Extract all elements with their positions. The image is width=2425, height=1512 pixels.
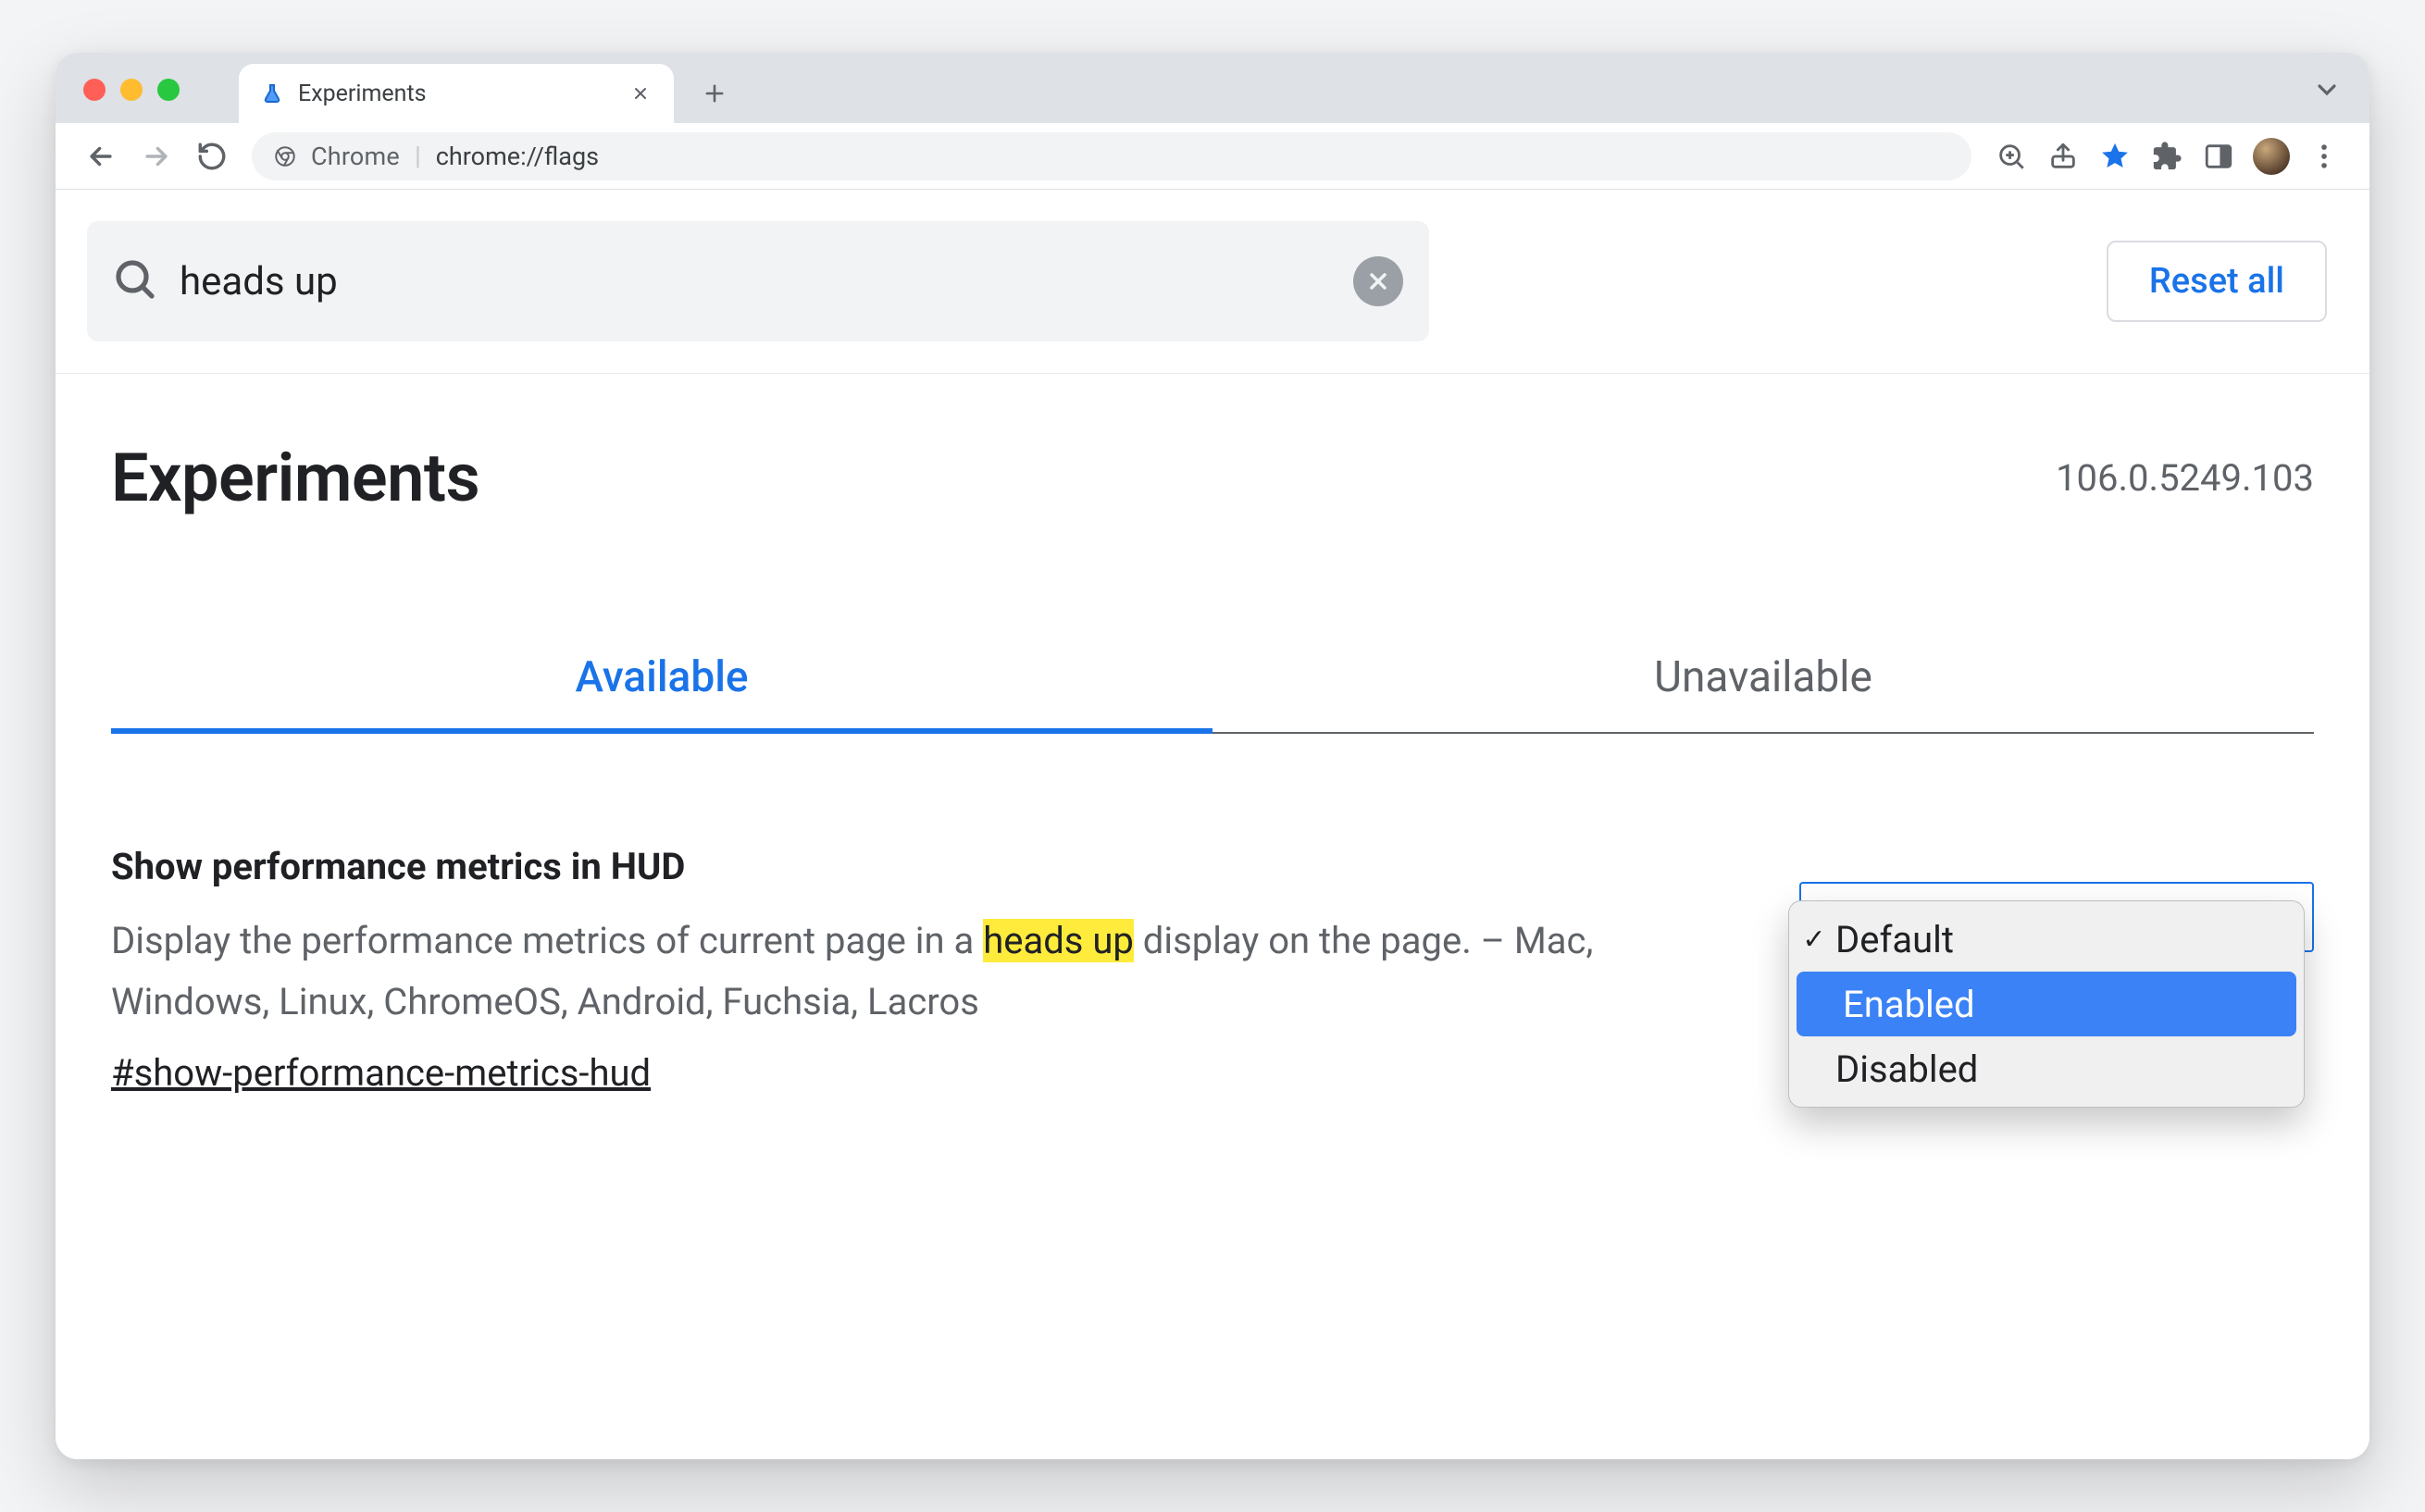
url-origin-label: Chrome [311, 142, 400, 171]
option-enabled[interactable]: Enabled [1797, 972, 2296, 1036]
tab-search-button[interactable] [2312, 75, 2342, 108]
back-button[interactable] [78, 133, 124, 180]
tab-close-button[interactable] [628, 81, 653, 106]
window-close-button[interactable] [83, 79, 106, 101]
page-title: Experiments [111, 439, 479, 517]
flag-desc-pre: Display the performance metrics of curre… [111, 919, 983, 962]
url-text: chrome://flags [436, 142, 599, 171]
toolbar: Chrome | chrome://flags [56, 123, 2369, 190]
flag-desc-highlight: heads up [983, 919, 1134, 962]
share-icon[interactable] [2040, 133, 2086, 180]
chrome-version: 106.0.5249.103 [2056, 456, 2314, 500]
toolbar-actions [1988, 133, 2347, 180]
main-area: Experiments 106.0.5249.103 Available Una… [56, 374, 2369, 1095]
reset-all-button[interactable]: Reset all [2107, 241, 2327, 322]
flag-tabs: Available Unavailable [111, 628, 2314, 734]
browser-window: Experiments Chrome | chrome: [56, 53, 2369, 1459]
tab-unavailable[interactable]: Unavailable [1212, 628, 2314, 734]
page-header: Experiments 106.0.5249.103 [111, 439, 2314, 517]
search-row: Reset all [56, 190, 2369, 374]
profile-avatar[interactable] [2253, 138, 2290, 175]
option-default-label: Default [1835, 918, 1954, 961]
flag-control: ✓ Default Enabled Disabled [1796, 845, 2314, 882]
window-zoom-button[interactable] [157, 79, 180, 101]
tab-title: Experiments [298, 81, 615, 107]
option-enabled-label: Enabled [1843, 983, 1975, 1026]
search-input[interactable] [180, 259, 1331, 304]
new-tab-button[interactable] [692, 71, 737, 116]
reload-button[interactable] [189, 133, 235, 180]
flags-search-box[interactable] [87, 221, 1429, 341]
flag-info: Show performance metrics in HUD Display … [111, 845, 1722, 1095]
tab-strip: Experiments [56, 53, 2369, 123]
sidepanel-icon[interactable] [2195, 133, 2242, 180]
menu-icon[interactable] [2301, 133, 2347, 180]
search-icon [113, 257, 157, 305]
option-disabled[interactable]: Disabled [1789, 1036, 2304, 1101]
flag-item: Show performance metrics in HUD Display … [111, 845, 2314, 1095]
bookmark-star-icon[interactable] [2092, 133, 2138, 180]
flag-description: Display the performance metrics of curre… [111, 911, 1722, 1033]
chrome-icon [272, 143, 298, 169]
url-separator: | [415, 141, 421, 171]
flag-select-dropdown: ✓ Default Enabled Disabled [1788, 900, 2305, 1108]
address-bar[interactable]: Chrome | chrome://flags [252, 132, 1971, 180]
window-minimize-button[interactable] [120, 79, 143, 101]
forward-button[interactable] [133, 133, 180, 180]
flask-icon [259, 81, 285, 106]
flag-title: Show performance metrics in HUD [111, 845, 1722, 888]
zoom-icon[interactable] [1988, 133, 2034, 180]
page-content: Reset all Experiments 106.0.5249.103 Ava… [56, 190, 2369, 1459]
clear-search-button[interactable] [1353, 256, 1403, 306]
option-disabled-label: Disabled [1835, 1047, 1978, 1091]
extensions-icon[interactable] [2144, 133, 2190, 180]
option-default[interactable]: ✓ Default [1789, 907, 2304, 972]
browser-tab[interactable]: Experiments [239, 64, 674, 123]
flag-hash-link[interactable]: #show-performance-metrics-hud [111, 1051, 1722, 1095]
tab-available[interactable]: Available [111, 628, 1212, 734]
window-controls [83, 79, 180, 101]
check-icon: ✓ [1798, 923, 1830, 956]
